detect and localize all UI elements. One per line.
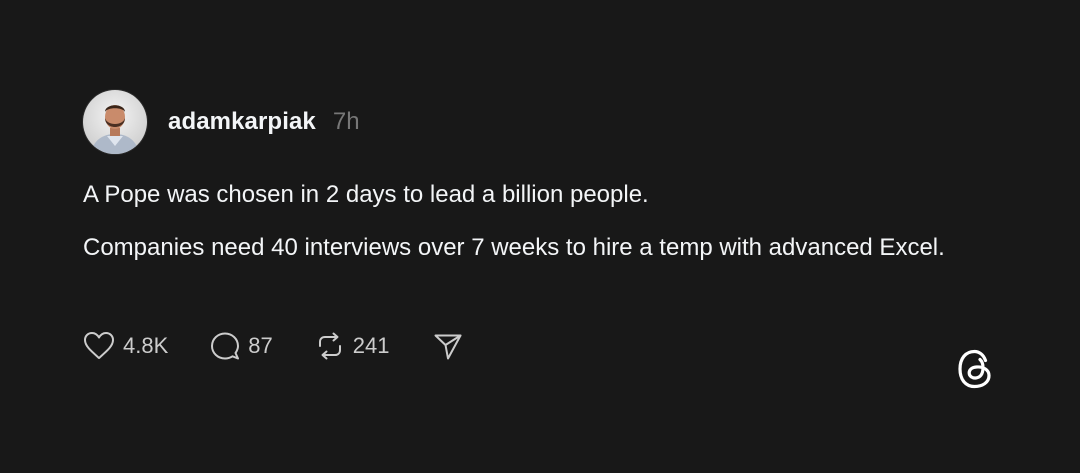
avatar-image: [83, 90, 147, 154]
repost-arrows-icon: [318, 332, 341, 360]
post-body: A Pope was chosen in 2 days to lead a bi…: [83, 176, 983, 266]
reply-count: 87: [248, 333, 273, 358]
repost-button[interactable]: 241: [315, 331, 390, 361]
threads-logo-icon[interactable]: [956, 348, 994, 390]
speech-bubble-icon: [211, 332, 240, 360]
post-paragraph: Companies need 40 interviews over 7 week…: [83, 234, 945, 261]
like-button[interactable]: 4.8K: [83, 331, 168, 361]
avatar[interactable]: [83, 90, 147, 154]
paper-plane-icon: [434, 334, 462, 360]
post-timestamp[interactable]: 7h: [333, 108, 360, 136]
threads-post: adamkarpiak 7h A Pope was chosen in 2 da…: [83, 89, 983, 266]
share-button[interactable]: [433, 331, 463, 361]
like-count: 4.8K: [123, 333, 169, 358]
heart-icon: [84, 332, 114, 359]
post-header: adamkarpiak 7h: [83, 89, 983, 155]
reply-button[interactable]: 87: [210, 331, 273, 361]
post-actions: 4.8K 87 241: [83, 330, 463, 362]
username[interactable]: adamkarpiak: [168, 108, 316, 136]
repost-count: 241: [352, 333, 390, 358]
post-paragraph: A Pope was chosen in 2 days to lead a bi…: [83, 181, 649, 208]
